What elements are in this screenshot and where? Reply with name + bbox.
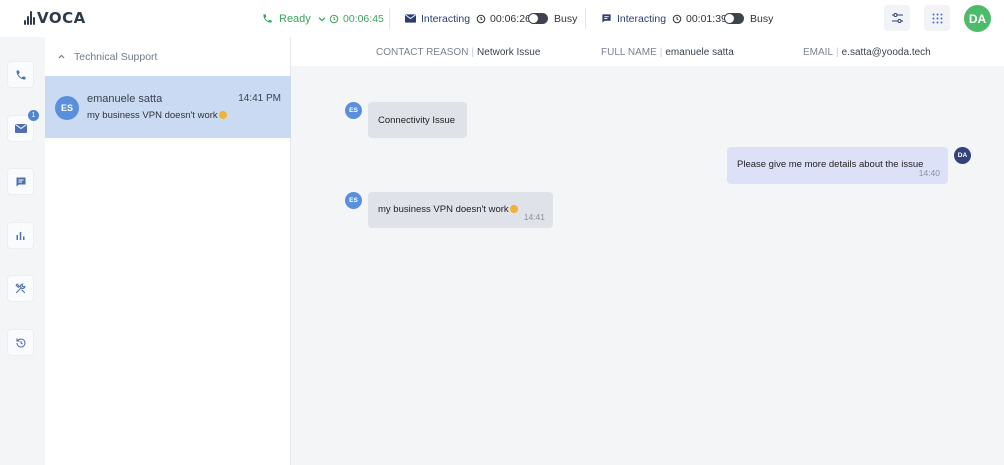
message-avatar: DA [954,147,971,164]
full-name-value: emanuele satta [665,47,734,58]
message-text: Please give me more details about the is… [737,159,924,170]
agent-status-dropdown[interactable]: Ready [262,0,327,37]
settings-sliders-button[interactable] [884,5,910,31]
conversation-contact-name: emanuele satta [87,93,163,105]
chat-channel-timer-value: 00:01:39 [686,12,727,25]
email-icon [405,14,416,23]
email-label: EMAIL [803,47,834,58]
chat-icon [16,177,25,186]
logo-text: VOCA [37,9,86,27]
logo-bars-icon [24,11,35,25]
email-busy-toggle[interactable] [528,13,548,24]
field-separator: | [659,47,663,58]
left-nav-rail [0,37,45,465]
message-time: 14:41 [523,212,545,222]
bar-chart-icon [16,232,25,240]
chat-busy-label: Busy [750,12,774,25]
phone-icon [16,70,25,79]
message-bubble: my business VPN doesn't work 14:41 [368,192,553,228]
message-text: my business VPN doesn't work [378,204,509,215]
nav-chat[interactable] [7,168,34,195]
chat-icon [602,14,611,23]
conversation-preview-text: my business VPN doesn't work [87,110,218,121]
top-bar: VOCA Ready 00:06:45 Interacting 00:06:26… [0,0,1004,37]
chat-busy-toggle[interactable] [724,13,744,24]
chevron-up-icon [58,54,65,59]
email-value: e.satta@yooda.tech [841,47,931,58]
history-icon [15,337,26,348]
field-separator: | [471,47,475,58]
sliders-icon [891,13,903,23]
chat-transcript: ES Connectivity Issue DA Please give me … [291,66,1004,465]
email-channel-timer: 00:06:26 [476,0,531,37]
email-field: EMAIL | e.satta@yooda.tech [803,47,931,58]
email-unread-badge: 1 [28,110,39,121]
chat-channel-label: Interacting [617,12,667,25]
message-time: 14:40 [918,168,940,178]
message-bubble: Please give me more details about the is… [727,147,948,184]
worried-emoji-icon [218,111,227,119]
field-separator: | [836,47,839,58]
apps-grid-icon [932,13,942,23]
queue-group-header[interactable]: Technical Support [45,37,291,76]
nav-history[interactable] [7,329,34,356]
conversation-item[interactable]: ES emanuele satta 14:41 PM my business V… [45,76,291,138]
conversation-preview: my business VPN doesn't work [87,110,227,121]
contact-avatar: ES [55,96,79,120]
tools-icon [15,283,26,294]
message-avatar: ES [345,102,362,119]
email-busy-label: Busy [554,12,578,25]
message-text: Connectivity Issue [378,115,456,126]
user-avatar[interactable]: DA [964,5,991,32]
clock-icon [329,14,339,23]
phone-icon [263,14,272,23]
agent-status-label: Ready [279,12,311,25]
nav-tools[interactable] [7,275,34,302]
clock-icon [476,14,486,23]
topbar-divider [585,8,586,29]
worried-emoji-icon [509,205,518,213]
contact-reason-value: Network Issue [477,47,541,58]
chat-channel-timer: 00:01:39 [672,0,727,37]
message-bubble: Connectivity Issue [368,102,467,138]
conversation-time: 14:41 PM [238,93,281,104]
email-icon [14,124,27,133]
clock-icon [672,14,682,23]
apps-grid-button[interactable] [924,5,950,31]
full-name-field: FULL NAME | emanuele satta [601,47,734,58]
message-avatar: ES [345,192,362,209]
app-logo[interactable]: VOCA [24,9,86,27]
status-timer-value: 00:06:45 [343,12,384,25]
nav-phone[interactable] [7,61,34,88]
contact-reason-field: CONTACT REASON | Network Issue [376,47,540,58]
full-name-label: FULL NAME [601,47,657,58]
contact-info-bar: CONTACT REASON | Network Issue FULL NAME | e… [291,37,1004,66]
conversation-list: Technical Support ES emanuele satta 14:4… [45,37,291,465]
nav-stats[interactable] [7,222,34,249]
status-timer: 00:06:45 [329,0,384,37]
email-channel-timer-value: 00:06:26 [490,12,531,25]
email-channel-status: Interacting [405,0,470,37]
chat-busy-toggle-group: Busy [724,0,773,37]
chevron-down-icon [318,16,326,22]
email-busy-toggle-group: Busy [528,0,577,37]
email-channel-label: Interacting [421,12,471,25]
chat-channel-status: Interacting [601,0,666,37]
message-content: my business VPN doesn't work [378,204,518,215]
queue-group-title: Technical Support [74,50,158,63]
topbar-divider [389,8,390,29]
contact-reason-label: CONTACT REASON [376,47,469,58]
